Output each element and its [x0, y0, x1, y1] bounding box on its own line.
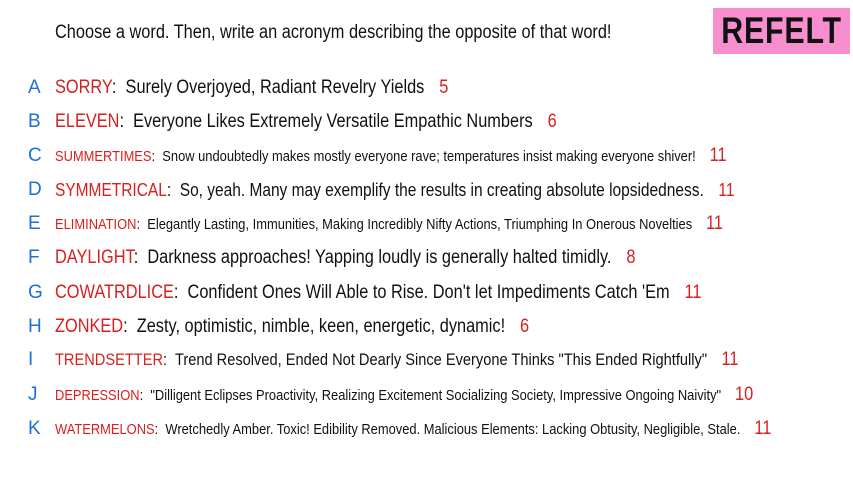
- row-acronym: Everyone Likes Extremely Versatile Empat…: [133, 111, 533, 132]
- row-count: 6: [547, 111, 557, 132]
- row-count: 11: [721, 349, 739, 370]
- row-acronym: Elegantly Lasting, Immunities, Making In…: [147, 216, 693, 233]
- row-letter: G: [28, 282, 43, 303]
- row-letter: I: [28, 349, 34, 370]
- row-acronym: Trend Resolved, Ended Not Dearly Since E…: [174, 350, 708, 369]
- row-count: 11: [718, 179, 735, 200]
- row-acronym: Zesty, optimistic, nimble, keen, energet…: [136, 316, 506, 337]
- row-word: DAYLIGHT: [55, 247, 134, 268]
- row-entry: TRENDSETTER: Trend Resolved, Ended Not D…: [55, 349, 739, 370]
- row-entry: SUMMERTIMES: Snow undoubtedly makes most…: [55, 145, 727, 166]
- prompt-text: Choose a word. Then, write an acronym de…: [55, 22, 612, 43]
- row-count: 6: [519, 316, 530, 337]
- row-letter: B: [28, 111, 41, 132]
- row-word: SYMMETRICAL: [55, 179, 167, 200]
- row-count: 11: [706, 213, 724, 234]
- row-acronym: Wretchedly Amber. Toxic! Edibility Remov…: [165, 421, 741, 438]
- row-count: 10: [735, 384, 754, 405]
- brand-logo: REFELT: [713, 8, 850, 54]
- row-letter: C: [28, 145, 42, 166]
- row-entry: SYMMETRICAL: So, yeah. Many may exemplif…: [55, 179, 735, 200]
- row-entry: ELIMINATION: Elegantly Lasting, Immuniti…: [55, 213, 724, 234]
- row-word: SORRY: [55, 77, 112, 98]
- row-entry: DEPRESSION: "Dilligent Eclipses Proactiv…: [55, 384, 754, 405]
- row-entry: WATERMELONS: Wretchedly Amber. Toxic! Ed…: [55, 418, 772, 439]
- row-word: WATERMELONS: [55, 421, 155, 438]
- row-word: ZONKED: [55, 316, 124, 337]
- row-entry: ELEVEN: Everyone Likes Extremely Versati…: [55, 111, 557, 132]
- row-count: 11: [754, 418, 772, 439]
- row-entry: COWATRDLICE: Confident Ones Will Able to…: [55, 282, 702, 303]
- row-acronym: Confident Ones Will Able to Rise. Don't …: [187, 282, 670, 303]
- row-acronym: Surely Overjoyed, Radiant Revelry Yields: [125, 77, 425, 98]
- row-entry: SORRY: Surely Overjoyed, Radiant Revelry…: [55, 77, 449, 98]
- row-word: SUMMERTIMES: [55, 148, 152, 165]
- row-letter: J: [28, 384, 38, 405]
- row-acronym: So, yeah. Many may exemplify the results…: [179, 179, 704, 200]
- row-letter: D: [28, 179, 42, 200]
- row-letter: E: [28, 213, 41, 234]
- row-count: 5: [439, 77, 449, 98]
- row-letter: H: [28, 316, 42, 337]
- brand-label: REFELT: [721, 10, 842, 51]
- row-acronym: Snow undoubtedly makes mostly everyone r…: [162, 148, 696, 165]
- row-word: TRENDSETTER: [55, 350, 164, 369]
- row-count: 8: [626, 247, 636, 268]
- row-count: 11: [684, 282, 702, 303]
- row-word: ELEVEN: [55, 111, 120, 132]
- row-count: 11: [709, 145, 727, 166]
- row-letter: K: [28, 418, 41, 439]
- row-entry: ZONKED: Zesty, optimistic, nimble, keen,…: [55, 316, 530, 337]
- row-acronym: Darkness approaches! Yapping loudly is g…: [147, 247, 612, 268]
- row-letter: F: [28, 247, 40, 268]
- row-word: ELIMINATION: [55, 216, 137, 233]
- row-word: DEPRESSION: [55, 387, 140, 404]
- row-acronym: "Dilligent Eclipses Proactivity, Realizi…: [150, 387, 722, 404]
- row-letter: A: [28, 77, 41, 98]
- row-word: COWATRDLICE: [55, 282, 174, 303]
- row-entry: DAYLIGHT: Darkness approaches! Yapping l…: [55, 247, 636, 268]
